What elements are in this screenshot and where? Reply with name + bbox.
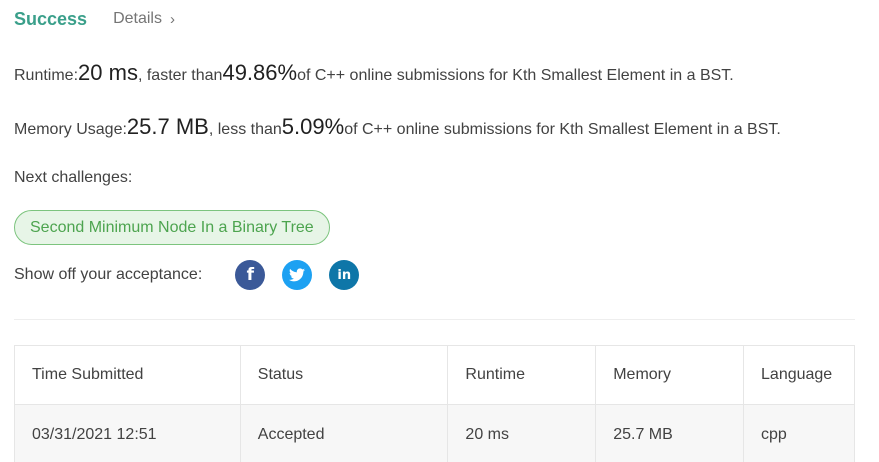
submissions-table: Time Submitted Status Runtime Memory Lan…	[14, 345, 855, 462]
submission-result-page: Success Details › Runtime: 20 ms , faste…	[0, 0, 879, 462]
header-language: Language	[761, 366, 833, 383]
runtime-mid-text: , faster than	[137, 67, 223, 84]
cell-status-link[interactable]: Accepted	[240, 404, 449, 462]
header-runtime: Runtime	[447, 345, 597, 405]
runtime-value: 20 ms	[78, 60, 138, 85]
runtime-label: Runtime:	[14, 67, 79, 84]
runtime-suffix: of C++ online submissions for Kth Smalle…	[297, 67, 734, 84]
cell-memory: 25.7 MB	[595, 404, 745, 462]
section-divider	[14, 319, 855, 320]
share-label: Show off your acceptance:	[14, 266, 203, 283]
memory-suffix: of C++ online submissions for Kth Smalle…	[344, 121, 781, 138]
runtime-percentile: 49.86%	[222, 60, 298, 85]
header-time-submitted: Time Submitted	[14, 345, 241, 405]
linkedin-icon[interactable]: in	[329, 260, 360, 290]
memory-percentile: 5.09%	[281, 114, 345, 139]
facebook-icon[interactable]: f	[235, 260, 266, 290]
table-row: 03/31/2021 12:51 Accepted 20 ms 25.7 MB …	[14, 404, 855, 462]
cell-runtime: 20 ms	[447, 404, 597, 462]
table-header-row: Time Submitted Status Runtime Memory Lan…	[14, 345, 855, 405]
share-section: Show off your acceptance: f in	[14, 260, 360, 290]
result-status-title: Success	[14, 8, 88, 29]
next-challenges-label: Next challenges:	[14, 169, 133, 186]
social-buttons: f in	[235, 260, 360, 290]
header-memory: Memory	[595, 345, 745, 405]
memory-value: 25.7 MB	[126, 114, 209, 139]
chevron-right-icon: ›	[169, 10, 175, 28]
twitter-icon[interactable]	[282, 260, 313, 290]
result-header: Success Details ›	[14, 6, 175, 32]
cell-language: cpp	[761, 425, 787, 443]
memory-summary: Memory Usage: 25.7 MB , less than 5.09% …	[14, 114, 781, 140]
runtime-summary: Runtime: 20 ms , faster than 49.86% of C…	[14, 60, 734, 86]
memory-mid-text: , less than	[208, 121, 282, 138]
cell-time-submitted: 03/31/2021 12:51	[14, 404, 241, 462]
header-status: Status	[240, 345, 449, 405]
memory-label: Memory Usage:	[14, 121, 127, 138]
details-link[interactable]: Details ›	[113, 10, 175, 28]
details-label: Details	[113, 10, 162, 27]
next-challenge-chip[interactable]: Second Minimum Node In a Binary Tree	[14, 210, 330, 245]
